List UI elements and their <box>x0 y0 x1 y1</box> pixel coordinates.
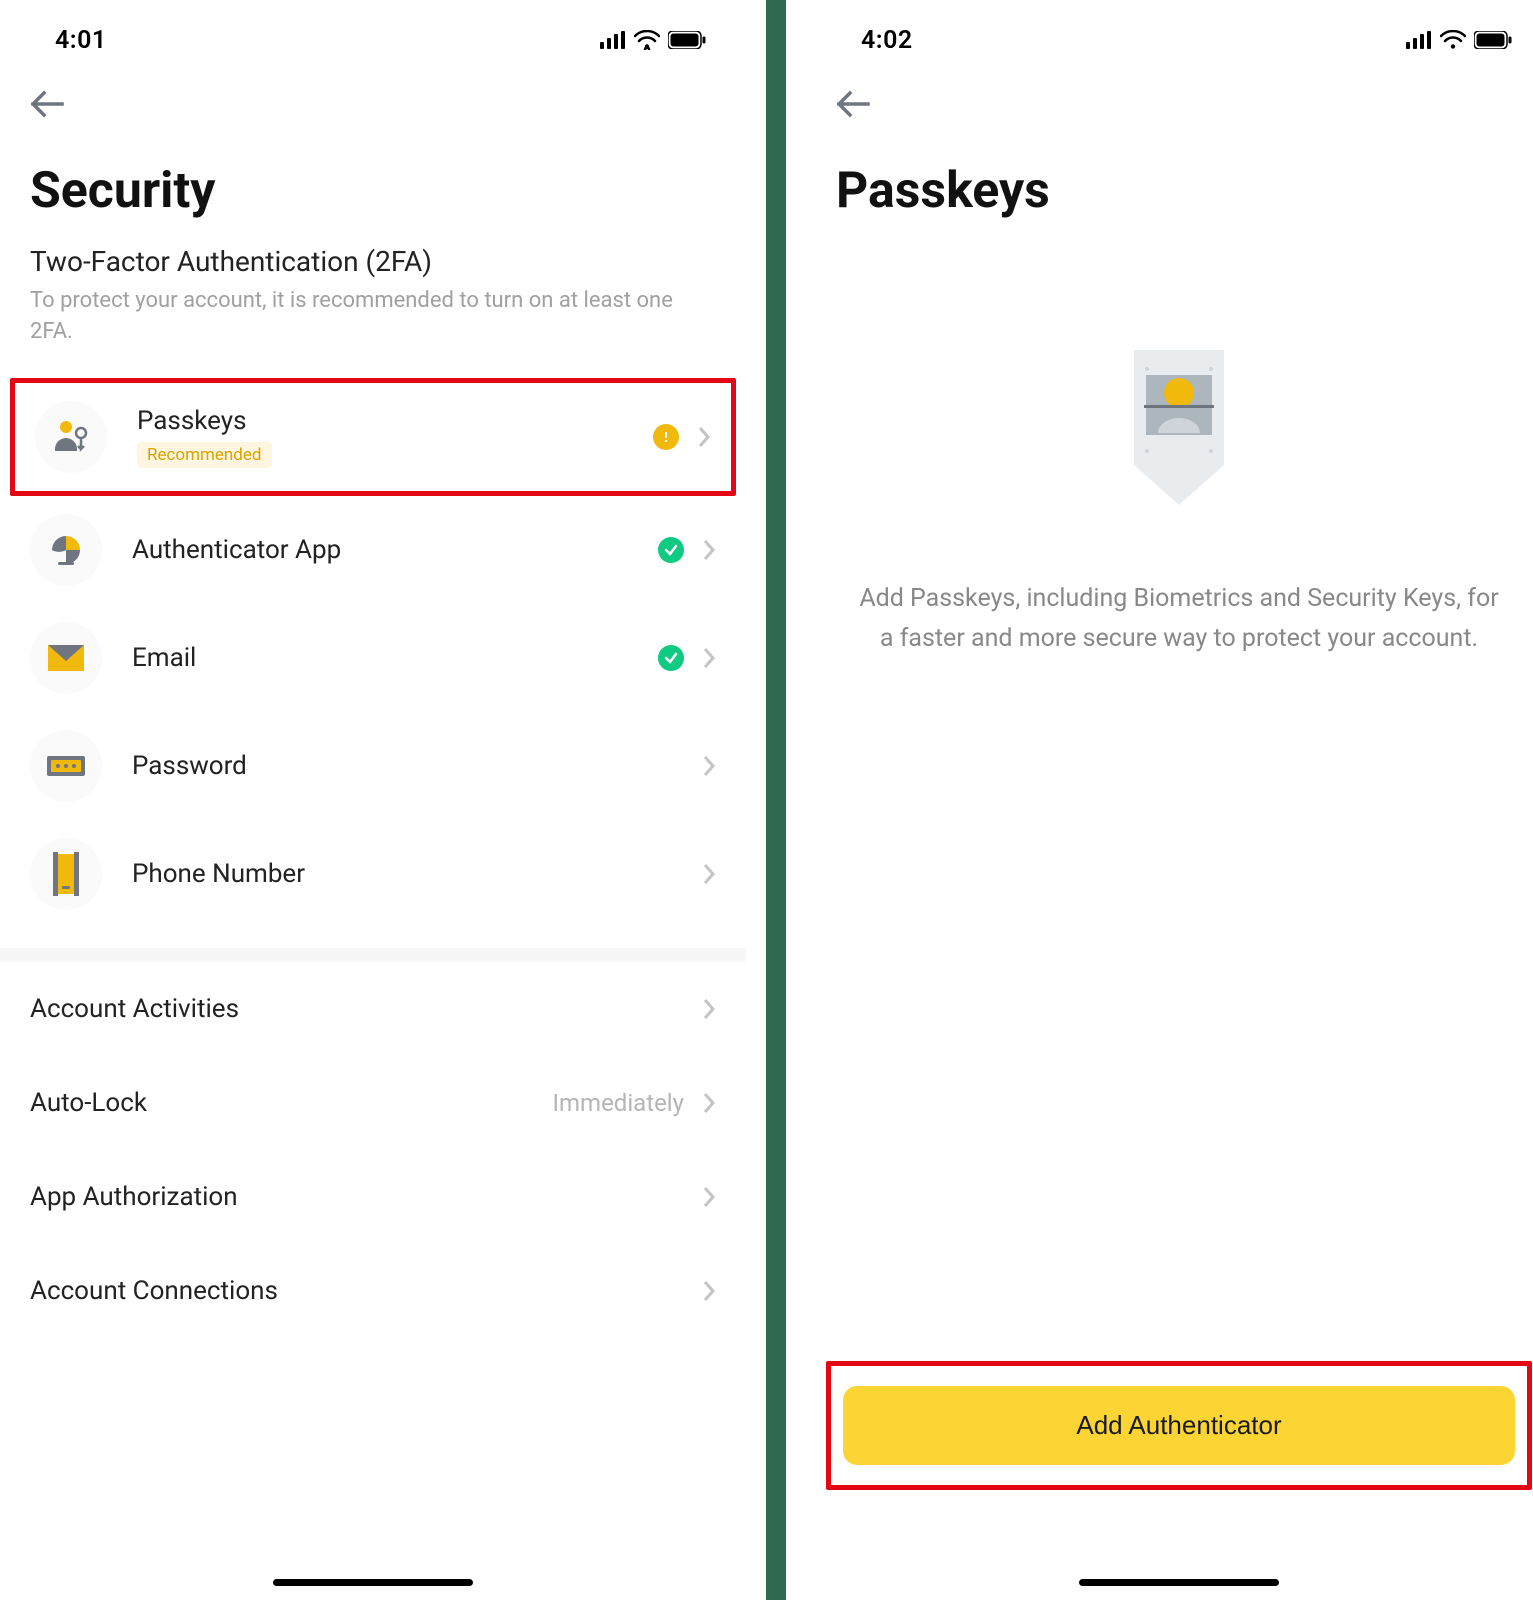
account-connections-item[interactable]: Account Connections <box>0 1244 746 1338</box>
item-value: Immediately <box>552 1089 684 1117</box>
page-title: Security <box>0 127 746 245</box>
battery-icon <box>668 31 706 49</box>
chevron-right-icon <box>702 863 716 885</box>
page-title: Passkeys <box>806 127 1533 245</box>
checkmark-icon <box>658 537 684 563</box>
empty-illustration <box>1104 345 1254 519</box>
app-authorization-item[interactable]: App Authorization <box>0 1150 746 1244</box>
status-time: 4:01 <box>55 26 107 55</box>
passkeys-icon <box>35 401 107 473</box>
item-label: Password <box>132 751 702 781</box>
authenticator-icon <box>30 514 102 586</box>
empty-text: Add Passkeys, including Biometrics and S… <box>859 579 1499 659</box>
authenticator-app-item[interactable]: Authenticator App <box>0 496 746 604</box>
cellular-icon <box>600 31 626 49</box>
status-icons <box>1406 30 1512 50</box>
cta-highlight: Add Authenticator <box>826 1361 1532 1490</box>
item-label: Account Connections <box>30 1276 278 1306</box>
email-item[interactable]: Email <box>0 604 746 712</box>
checkmark-icon <box>658 645 684 671</box>
status-bar: 4:01 <box>0 0 746 70</box>
chevron-right-icon <box>702 1280 716 1302</box>
phone-icon <box>30 838 102 910</box>
cellular-icon <box>1406 31 1432 49</box>
back-button[interactable] <box>0 70 746 127</box>
tfa-heading: Two-Factor Authentication (2FA) <box>0 245 746 286</box>
auto-lock-item[interactable]: Auto-Lock Immediately <box>0 1056 746 1150</box>
chevron-right-icon <box>697 426 711 448</box>
screens-separator <box>766 0 786 1600</box>
home-indicator[interactable] <box>1079 1579 1279 1586</box>
account-activities-item[interactable]: Account Activities <box>0 962 746 1056</box>
chevron-right-icon <box>702 539 716 561</box>
item-label: Passkeys <box>137 406 653 436</box>
chevron-right-icon <box>702 1186 716 1208</box>
item-label: Email <box>132 643 658 673</box>
wifi-icon <box>634 30 660 50</box>
chevron-right-icon <box>702 647 716 669</box>
status-icons <box>600 30 706 50</box>
password-icon <box>30 730 102 802</box>
empty-state: Add Passkeys, including Biometrics and S… <box>806 245 1533 659</box>
chevron-right-icon <box>702 755 716 777</box>
recommended-badge: Recommended <box>137 442 272 468</box>
item-label: Authenticator App <box>132 535 658 565</box>
home-indicator[interactable] <box>273 1579 473 1586</box>
status-time: 4:02 <box>861 26 913 55</box>
arrow-left-icon <box>836 90 870 118</box>
status-bar: 4:02 <box>806 0 1533 70</box>
wifi-icon <box>1440 30 1466 50</box>
phone-number-item[interactable]: Phone Number <box>0 820 746 928</box>
tfa-subheading: To protect your account, it is recommend… <box>0 286 746 378</box>
back-button[interactable] <box>806 70 1533 127</box>
item-label: Account Activities <box>30 994 239 1024</box>
add-authenticator-button[interactable]: Add Authenticator <box>843 1386 1515 1465</box>
battery-icon <box>1474 31 1512 49</box>
chevron-right-icon <box>702 1092 716 1114</box>
arrow-left-icon <box>30 90 64 118</box>
section-divider <box>0 948 746 962</box>
email-icon <box>30 622 102 694</box>
chevron-right-icon <box>702 998 716 1020</box>
item-label: Auto-Lock <box>30 1088 147 1118</box>
security-screen: 4:01 Security Two-Factor Authentication … <box>0 0 746 1600</box>
warning-icon <box>653 424 679 450</box>
item-label: App Authorization <box>30 1182 238 1212</box>
password-item[interactable]: Password <box>0 712 746 820</box>
item-label: Phone Number <box>132 859 702 889</box>
passkeys-screen: 4:02 Passkeys Add Passkeys, including <box>806 0 1533 1600</box>
passkeys-item[interactable]: Passkeys Recommended <box>10 378 736 496</box>
